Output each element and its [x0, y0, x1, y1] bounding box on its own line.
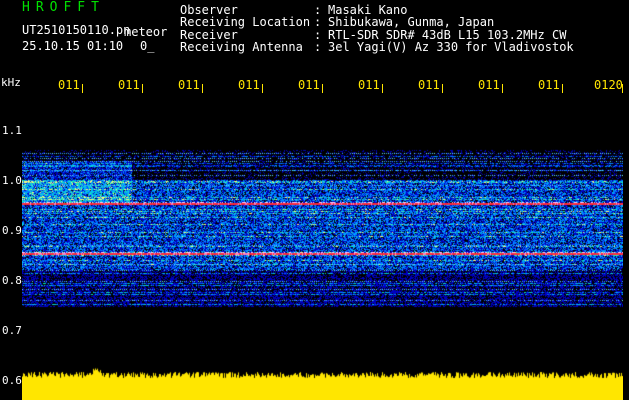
- time-axis-tick: [442, 84, 443, 93]
- info-row: Observer: Masaki Kano: [180, 4, 407, 16]
- info-label: Receiver: [180, 27, 238, 42]
- freq-axis-label: 0.7: [2, 324, 22, 337]
- time-axis-tick: [502, 84, 503, 93]
- info-row: Receiving Location: Shibukawa, Gunma, Jap…: [180, 16, 494, 28]
- filename-label: UT2510150110.pn: [22, 24, 130, 36]
- time-axis-label: 011: [538, 78, 560, 92]
- time-axis-label: 011: [418, 78, 440, 92]
- freq-unit-label: kHz: [1, 76, 21, 89]
- spectrogram-display: [22, 95, 623, 400]
- time-axis-tick: [202, 84, 203, 93]
- freq-axis-label: 0.6: [2, 374, 22, 387]
- freq-axis-label: 1.0: [2, 174, 22, 187]
- time-axis-tick: [262, 84, 263, 93]
- freq-axis-label: 1.1: [2, 124, 22, 137]
- time-axis-tick: [562, 84, 563, 93]
- info-row: Receiver: RTL-SDR SDR# 43dB L15 103.2MHz …: [180, 29, 566, 41]
- info-label: Receiving Antenna: [180, 39, 303, 54]
- time-axis-label: 011: [58, 78, 80, 92]
- time-axis-tick: [382, 84, 383, 93]
- info-label: Observer: [180, 3, 238, 17]
- time-axis-tick: [622, 84, 623, 93]
- time-axis-label: 011: [118, 78, 140, 92]
- datetime-label: 25.10.15 01:10: [22, 39, 124, 53]
- info-value: 3el Yagi(V) Az 330 for Vladivostok: [328, 39, 574, 54]
- freq-axis-label: 0.8: [2, 274, 22, 287]
- filename-suffix: meteor: [124, 25, 168, 39]
- filename-text: UT2510150110.pn: [22, 23, 131, 37]
- time-axis-label: 011: [178, 78, 200, 92]
- time-axis-label: 011: [358, 78, 380, 92]
- info-separator: :: [314, 27, 322, 42]
- info-separator: :: [314, 3, 322, 17]
- time-axis-tick: [322, 84, 323, 93]
- time-axis-tick: [82, 84, 83, 93]
- time-axis-label: 0120: [594, 78, 623, 92]
- app-title: HROFFT: [22, 0, 105, 15]
- time-axis-label: 011: [478, 78, 500, 92]
- time-axis-label: 011: [238, 78, 260, 92]
- datetime-suffix: 0_: [140, 39, 155, 53]
- time-axis-label: 011: [298, 78, 320, 92]
- info-row: Receiving Antenna:3el Yagi(V) Az 330 for…: [180, 41, 574, 53]
- signal-level-strip: [22, 365, 623, 400]
- info-separator: :: [314, 15, 322, 30]
- freq-axis-label: 0.9: [2, 224, 22, 237]
- time-axis-tick: [142, 84, 143, 93]
- info-label: Receiving Location: [180, 15, 311, 30]
- info-separator: :: [314, 39, 322, 54]
